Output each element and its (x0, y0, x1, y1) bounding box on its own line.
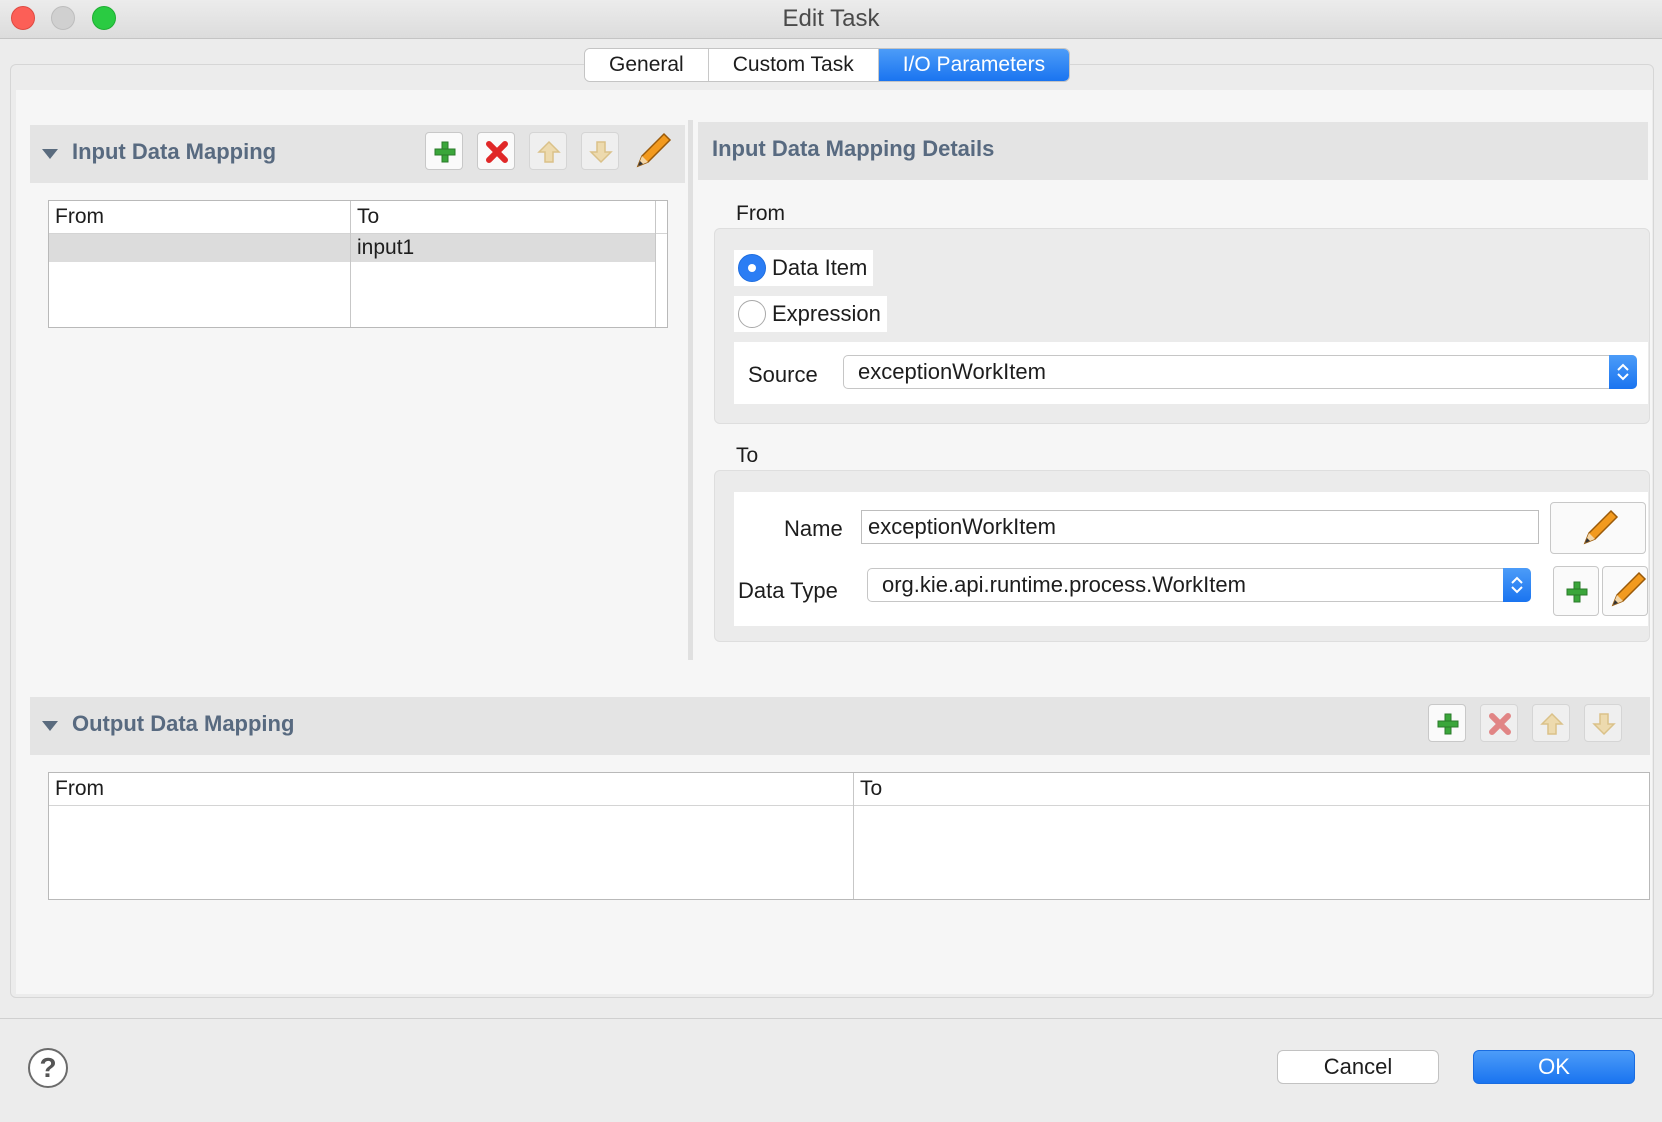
delete-icon (486, 141, 508, 163)
output-mapping-title: Output Data Mapping (72, 711, 295, 736)
input-move-down-button[interactable] (581, 132, 619, 170)
input-mapping-title: Input Data Mapping (72, 139, 277, 164)
add-icon (1566, 581, 1588, 603)
tab-io-parameters[interactable]: I/O Parameters (878, 49, 1070, 81)
name-edit-button[interactable] (1550, 502, 1646, 554)
move-up-icon (537, 140, 561, 163)
from-group-label: From (736, 202, 785, 225)
table-row[interactable]: input1 (49, 234, 655, 262)
add-icon (434, 141, 456, 163)
input-edit-button[interactable] (630, 130, 674, 174)
data-type-label: Data Type (738, 578, 838, 603)
delete-icon (1489, 713, 1511, 735)
split-sash[interactable] (688, 120, 693, 660)
edit-pencil-icon (1611, 571, 1647, 607)
input-add-button[interactable] (425, 132, 463, 170)
output-move-up-button[interactable] (1532, 704, 1570, 742)
output-add-button[interactable] (1428, 704, 1466, 742)
input-move-up-button[interactable] (529, 132, 567, 170)
move-up-icon (1540, 712, 1564, 735)
title-bar: Edit Task (0, 0, 1662, 39)
input-row-to: input1 (357, 236, 415, 259)
input-delete-button[interactable] (477, 132, 515, 170)
tab-custom-task[interactable]: Custom Task (708, 49, 879, 81)
output-move-down-button[interactable] (1584, 704, 1622, 742)
details-title: Input Data Mapping Details (712, 136, 995, 161)
output-col-from[interactable]: From (49, 773, 849, 805)
move-down-icon (1592, 713, 1616, 736)
help-icon[interactable]: ? (28, 1048, 68, 1088)
output-mapping-table: From To (48, 772, 1650, 900)
chevron-updown-icon (1503, 568, 1531, 602)
output-col-to[interactable]: To (854, 773, 1644, 805)
data-item-radio[interactable]: Data Item (734, 250, 874, 286)
data-type-edit-button[interactable] (1602, 566, 1648, 616)
collapse-triangle-icon[interactable] (42, 721, 58, 731)
name-label: Name (784, 516, 843, 541)
collapse-triangle-icon[interactable] (42, 149, 58, 159)
output-delete-button[interactable] (1480, 704, 1518, 742)
source-select[interactable]: exceptionWorkItem (843, 355, 1637, 389)
input-col-from[interactable]: From (49, 201, 349, 233)
cancel-button[interactable]: Cancel (1277, 1050, 1439, 1084)
edit-pencil-icon (1583, 509, 1619, 545)
expression-radio[interactable]: Expression (734, 296, 887, 332)
expression-label: Expression (772, 301, 881, 326)
tab-general[interactable]: General (585, 49, 709, 81)
data-type-select[interactable]: org.kie.api.runtime.process.WorkItem (867, 568, 1531, 602)
data-item-label: Data Item (772, 255, 868, 280)
move-down-icon (589, 141, 613, 164)
input-mapping-table: From To input1 (48, 200, 668, 328)
radio-selected-icon (738, 254, 766, 282)
radio-unselected-icon (738, 300, 766, 328)
data-type-add-button[interactable] (1553, 566, 1599, 616)
source-label: Source (748, 362, 818, 387)
to-group-label: To (736, 444, 759, 467)
input-col-to[interactable]: To (351, 201, 651, 233)
data-type-value: org.kie.api.runtime.process.WorkItem (882, 572, 1246, 597)
name-field[interactable]: exceptionWorkItem (861, 510, 1539, 544)
tab-bar: General Custom Task I/O Parameters (584, 48, 1071, 82)
chevron-updown-icon (1609, 355, 1637, 389)
output-mapping-header: Output Data Mapping (30, 697, 1650, 755)
ok-button[interactable]: OK (1473, 1050, 1635, 1084)
details-header: Input Data Mapping Details (698, 122, 1648, 180)
add-icon (1437, 713, 1459, 735)
source-value: exceptionWorkItem (858, 359, 1046, 384)
window-title: Edit Task (782, 5, 880, 32)
edit-pencil-icon (636, 132, 672, 168)
